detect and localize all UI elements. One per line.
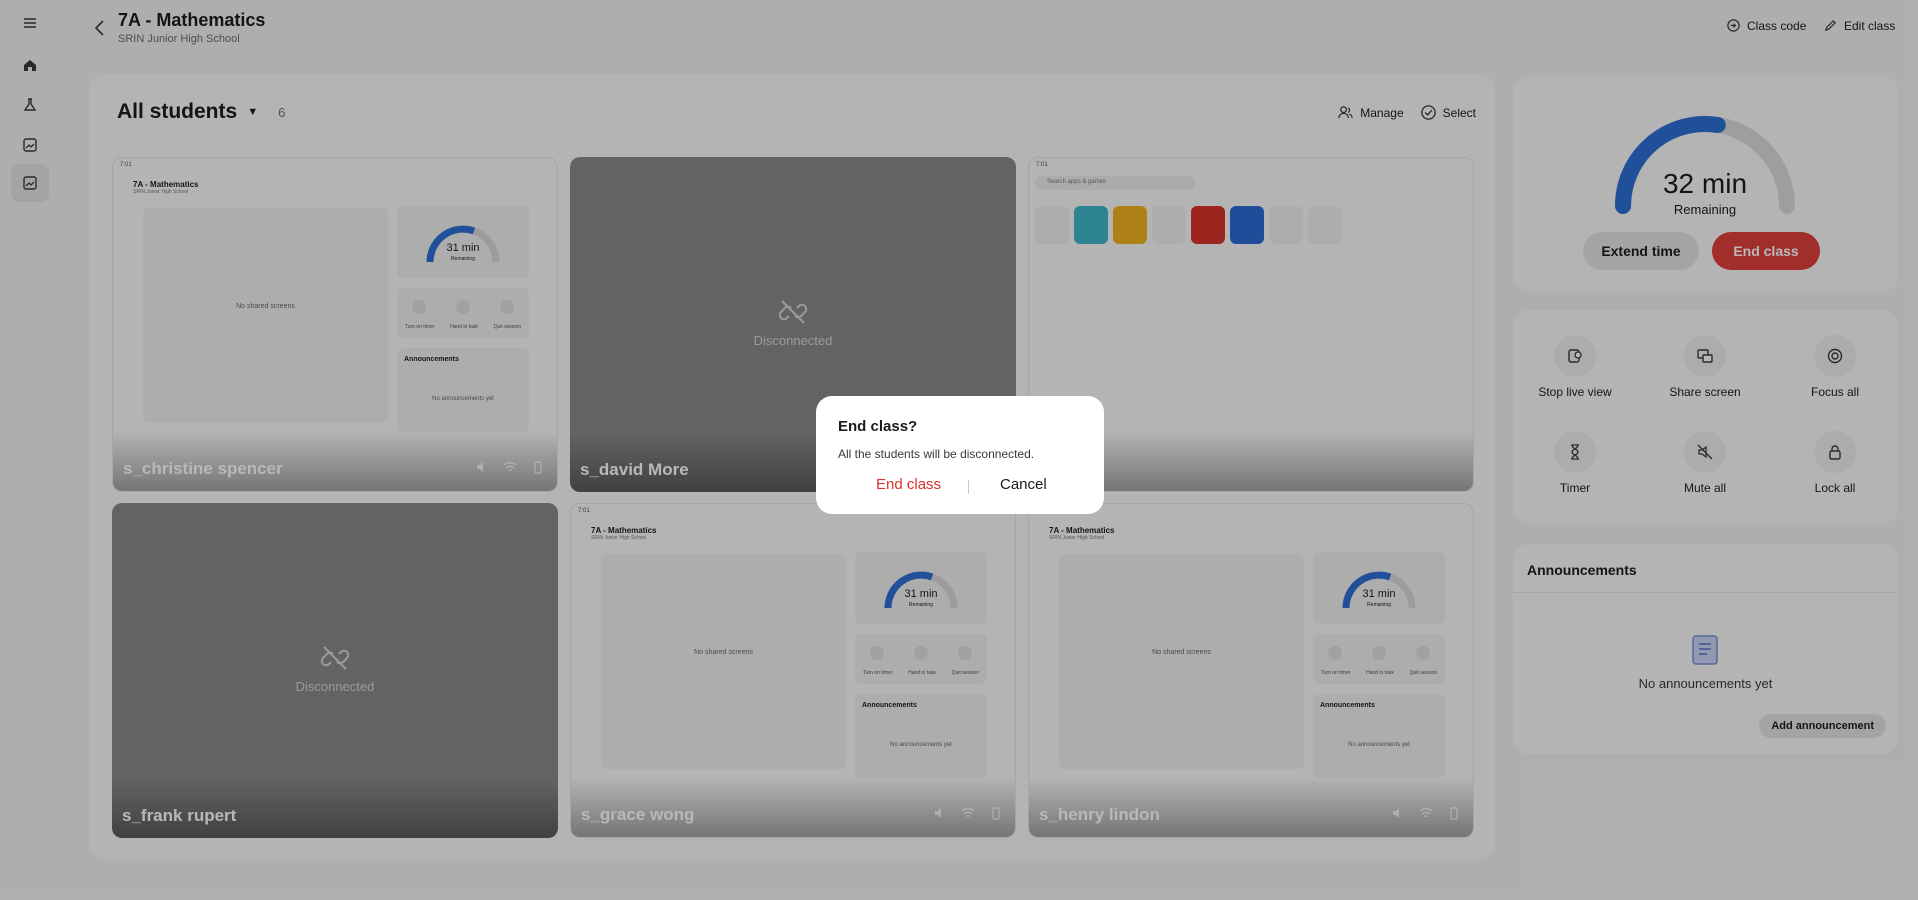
end-class-dialog: End class? All the students will be disc…	[816, 396, 1104, 514]
dialog-title: End class?	[838, 418, 918, 435]
cancel-button[interactable]: Cancel	[1000, 476, 1047, 493]
dialog-message: All the students will be disconnected.	[838, 447, 1035, 461]
confirm-end-class-button[interactable]: End class	[876, 476, 941, 493]
